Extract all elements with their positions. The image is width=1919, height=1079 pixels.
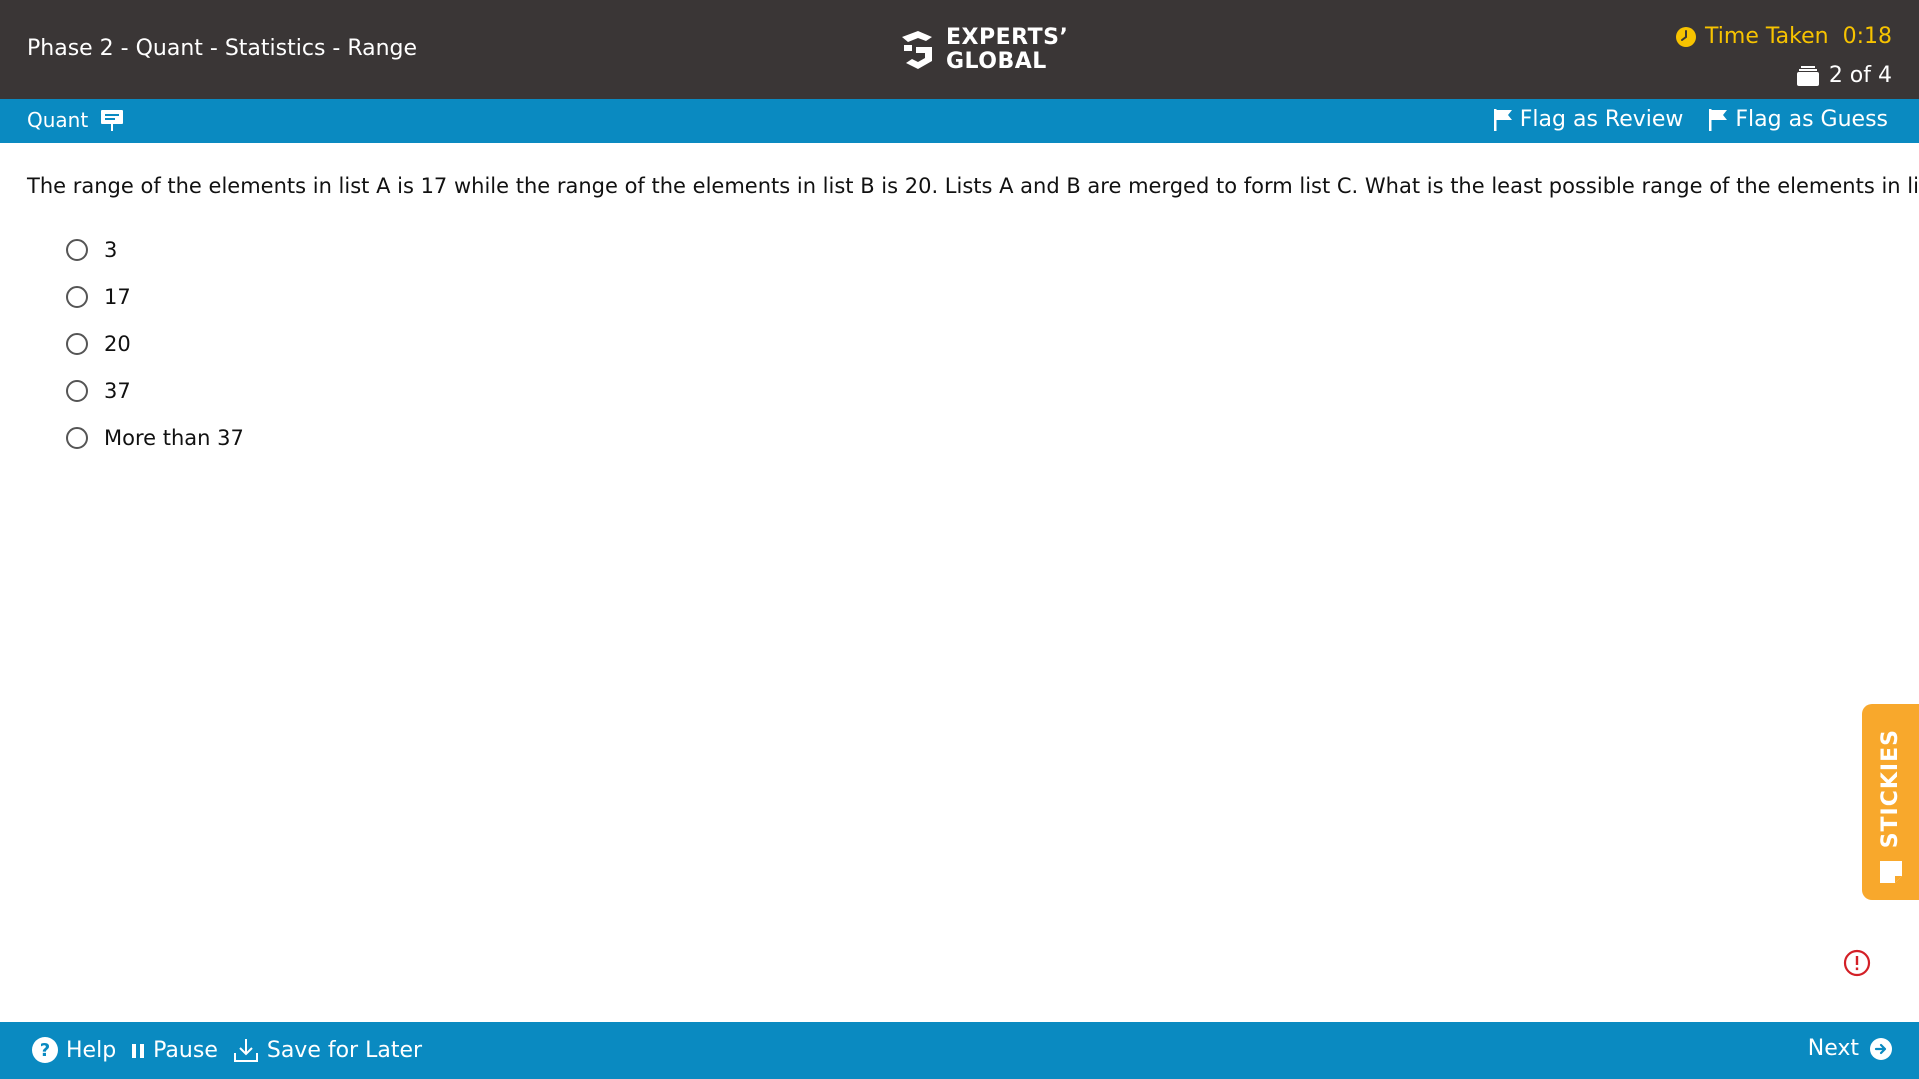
answer-option[interactable]: 17: [66, 273, 244, 320]
answer-option-label: 3: [104, 237, 118, 262]
arrow-right-circle-icon: [1870, 1037, 1892, 1060]
top-header: Phase 2 - Quant - Statistics - Range EXP…: [0, 0, 1919, 99]
time-taken: Time Taken 0:18: [1675, 24, 1892, 49]
question-counter: 2 of 4: [1796, 63, 1892, 88]
help-label: Help: [66, 1037, 117, 1063]
question-counter-text: 2 of 4: [1828, 63, 1892, 88]
stickies-tab[interactable]: STICKIES: [1862, 704, 1919, 900]
svg-text:?: ?: [40, 1040, 50, 1061]
answer-option-label: 20: [104, 331, 131, 356]
flag-as-review-label: Flag as Review: [1519, 107, 1684, 132]
download-icon: [233, 1039, 258, 1062]
answer-option[interactable]: 20: [66, 320, 244, 367]
presentation-icon[interactable]: [100, 108, 124, 132]
section-selector[interactable]: Quant: [27, 108, 124, 132]
breadcrumb: Phase 2 - Quant - Statistics - Range: [27, 36, 418, 61]
answer-option-label: 17: [104, 284, 131, 309]
pause-icon: [132, 1044, 145, 1058]
radio-button[interactable]: [66, 332, 88, 355]
report-issue-icon[interactable]: [1843, 949, 1871, 977]
radio-button[interactable]: [66, 426, 88, 449]
flag-as-guess-label: Flag as Guess: [1735, 107, 1888, 132]
answer-option[interactable]: More than 37: [66, 414, 244, 461]
save-for-later-label: Save for Later: [266, 1037, 423, 1063]
clock-icon: [1676, 26, 1697, 47]
help-icon: ?: [32, 1037, 58, 1063]
radio-button[interactable]: [66, 285, 88, 308]
sticky-note-icon: [1879, 861, 1902, 883]
logo-mark-icon: [902, 31, 932, 69]
section-label: Quant: [27, 108, 89, 132]
time-value: 0:18: [1842, 24, 1892, 49]
time-label: Time Taken: [1705, 24, 1829, 49]
answer-option[interactable]: 3: [66, 226, 244, 273]
bottom-toolbar: ? Help Pause Save for Later Next: [0, 1022, 1919, 1079]
stickies-label: STICKIES: [1878, 728, 1903, 848]
flag-as-review-button[interactable]: Flag as Review: [1493, 107, 1684, 132]
flag-icon: [1493, 108, 1512, 131]
answer-options: 3 17 20 37 More than 37: [66, 226, 244, 461]
radio-button[interactable]: [66, 379, 88, 402]
next-label: Next: [1807, 1036, 1859, 1061]
answer-option[interactable]: 37: [66, 367, 244, 414]
answer-option-label: 37: [104, 378, 131, 403]
radio-button[interactable]: [66, 238, 88, 261]
stack-icon: [1796, 65, 1819, 86]
next-button[interactable]: Next: [1808, 1036, 1893, 1061]
flag-icon: [1709, 108, 1728, 131]
section-bar: Quant Flag as Review Flag as Guess: [0, 99, 1919, 143]
pause-button[interactable]: Pause: [130, 1038, 218, 1063]
flag-as-guess-button[interactable]: Flag as Guess: [1709, 107, 1888, 132]
answer-option-label: More than 37: [104, 425, 244, 450]
logo: EXPERTS’ GLOBAL: [898, 26, 1068, 74]
question-text: The range of the elements in list A is 1…: [27, 174, 1919, 198]
logo-text-line1: EXPERTS’: [946, 25, 1069, 50]
logo-text-line2: GLOBAL: [946, 49, 1047, 74]
pause-label: Pause: [153, 1037, 218, 1063]
save-for-later-button[interactable]: Save for Later: [232, 1036, 422, 1064]
help-button[interactable]: ? Help: [31, 1036, 116, 1064]
